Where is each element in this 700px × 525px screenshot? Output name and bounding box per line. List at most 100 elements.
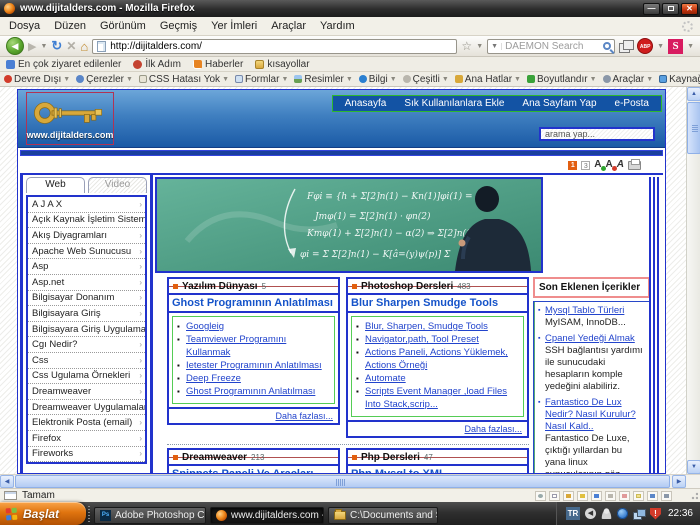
horizontal-scrollbar[interactable]: ◀ ▶ [0, 474, 700, 488]
box-title[interactable]: Snippets Paneli Ve Araçları [169, 464, 338, 473]
clock[interactable]: 22:36 [668, 508, 693, 519]
restore-button[interactable] [662, 3, 679, 15]
start-label[interactable]: Başlat [23, 507, 59, 521]
bookmark-ilk-adim[interactable]: İlk Adım [133, 59, 181, 70]
sidebar-item[interactable]: Asp› [28, 259, 145, 275]
devbar-misc[interactable]: Çeşitli▼ [403, 74, 449, 85]
sidebar-item[interactable]: Bilgisayara Giriş› [28, 306, 145, 322]
more-link[interactable]: Daha fazlası... [275, 411, 333, 421]
nav-eposta[interactable]: e-Posta [615, 98, 649, 109]
article-link[interactable]: Actions Paneli, Actions Yüklemek, Action… [356, 346, 521, 372]
close-button[interactable]: ✕ [681, 3, 698, 15]
article-link[interactable]: Navigator,path, Tool Preset [356, 333, 521, 346]
pencil-icon[interactable] [563, 491, 574, 501]
back-button[interactable]: ◀ [6, 37, 24, 55]
save-icon[interactable] [591, 491, 602, 501]
article-link[interactable]: Teamviewer Programını Kullanmak [177, 333, 332, 359]
sidebar-item[interactable]: Asp.net› [28, 275, 145, 291]
task-explorer[interactable]: C:\Documents and Se... [328, 507, 438, 524]
bookmark-dropdown[interactable]: ▼ [476, 43, 483, 50]
column-three-icon[interactable]: 3 [581, 161, 590, 170]
scroll-right-button[interactable]: ▶ [672, 475, 686, 488]
menu-gorunum[interactable]: Görünüm [93, 18, 153, 34]
bookmark-kisayollar[interactable]: kısayollar [255, 59, 309, 70]
messenger-icon[interactable] [601, 508, 612, 519]
bookmark-haberler[interactable]: Haberler [193, 59, 243, 70]
sidebar-item[interactable]: Bilgisayar Donanım› [28, 291, 145, 307]
sidebar-item[interactable]: Apache Web Sunucusu› [28, 244, 145, 260]
article-link[interactable]: Ghost Programının Anlatılması [177, 385, 332, 398]
network-globe-icon[interactable] [617, 508, 628, 519]
url-text[interactable]: http://dijitalders.com/ [110, 41, 202, 52]
sidebar-item[interactable]: A J A X› [28, 197, 145, 213]
column-one-icon[interactable]: 1 [568, 161, 577, 170]
box-category[interactable]: Php Dersleri [361, 452, 420, 463]
reload-button[interactable]: ↻ [51, 38, 62, 54]
sidebar-item[interactable]: Cgı Nedir?› [28, 337, 145, 353]
menu-araclar[interactable]: Araçlar [264, 18, 313, 34]
resize-grip[interactable] [689, 492, 698, 501]
devbar-forms[interactable]: Formlar▼ [235, 74, 288, 85]
article-link[interactable]: Deep Freeze [177, 372, 332, 385]
search-bar[interactable]: ▼ DAEMON Search [487, 39, 615, 54]
article-link[interactable]: Blur, Sharpen, Smudge Tools [356, 320, 521, 333]
devbar-css[interactable]: CSS Hatası Yok▼ [139, 74, 229, 85]
sidebar-item[interactable]: Açık Kaynak İşletim Sistemleri› [28, 213, 145, 229]
nav-ana-sayfam-yap[interactable]: Ana Sayfam Yap [522, 98, 596, 109]
sidebar-item[interactable]: Firefox› [28, 431, 145, 447]
menu-duzen[interactable]: Düzen [47, 18, 93, 34]
back-history-dropdown[interactable]: ▼ [40, 43, 47, 50]
document-icon[interactable] [549, 491, 560, 501]
box-category[interactable]: Yazılım Dünyası [182, 281, 258, 292]
search-icon[interactable] [603, 42, 611, 50]
chart-icon[interactable] [647, 491, 658, 501]
recent-link[interactable]: Cpanel Yedeği Almak [538, 333, 645, 345]
devbar-disable[interactable]: Devre Dışı▼ [4, 74, 70, 85]
sidebar-item[interactable]: Elektronik Posta (email)› [28, 415, 145, 431]
language-indicator[interactable]: TR [566, 507, 580, 520]
recent-link[interactable]: Fantastico De Lux Nedir? Nasıl Kurulur? … [538, 397, 645, 433]
task-firefox[interactable]: www.dijitalders.com -... [210, 507, 324, 524]
bookmark-label[interactable]: İlk Adım [145, 59, 181, 70]
tab-web[interactable]: Web [26, 177, 85, 193]
site-search-input[interactable]: arama yap... [539, 127, 655, 141]
sidebar-item[interactable]: Fireworks› [28, 447, 145, 463]
font-decrease-icon[interactable]: A [606, 159, 613, 171]
box-title[interactable]: Ghost Programının Anlatılması [169, 293, 338, 313]
bookmark-label[interactable]: Haberler [205, 59, 243, 70]
scroll-left-button[interactable]: ◀ [0, 475, 14, 488]
printer-icon[interactable] [605, 491, 616, 501]
tab-video[interactable]: Video [88, 177, 147, 193]
devbar-images[interactable]: Resimler▼ [294, 74, 352, 85]
menu-yerimleri[interactable]: Yer İmleri [204, 18, 264, 34]
nav-anasayfa[interactable]: Anasayfa [345, 98, 387, 109]
devbar-tools[interactable]: Araçlar▼ [603, 74, 654, 85]
task-photoshop[interactable]: Ps Adobe Photoshop CS... [94, 507, 206, 524]
minimize-button[interactable]: — [643, 3, 660, 15]
font-default-icon[interactable]: A [617, 159, 624, 171]
search-placeholder[interactable]: DAEMON Search [505, 41, 600, 52]
more-link[interactable]: Daha fazlası... [464, 424, 522, 434]
search-engine-dropdown[interactable]: ▼ [491, 43, 502, 50]
recent-link[interactable]: Mysql Tablo Türleri [538, 305, 645, 317]
sidebar-item[interactable]: Dreamweaver Uygulamaları› [28, 400, 145, 416]
bookmark-most-visited[interactable]: En çok ziyaret edilenler [6, 59, 121, 70]
stylish-dropdown[interactable]: ▼ [687, 43, 694, 50]
stylish-icon[interactable]: S [668, 39, 683, 54]
devbar-cookies[interactable]: Çerezler▼ [76, 74, 133, 85]
url-bar[interactable]: http://dijitalders.com/ [92, 39, 457, 54]
scroll-up-button[interactable]: ▲ [687, 87, 700, 101]
network-connection-icon[interactable] [633, 509, 645, 519]
stop-button[interactable]: ✕ [66, 39, 76, 53]
article-link[interactable]: Ietester Programının Anlatılması [177, 359, 332, 372]
bookmark-label[interactable]: En çok ziyaret edilenler [18, 59, 121, 70]
pages-icon[interactable] [619, 40, 633, 52]
sidebar-item[interactable]: Akış Diyagramları› [28, 228, 145, 244]
article-link[interactable]: Scripts Event Manager ,load Files Into S… [356, 385, 521, 411]
home-button[interactable]: ⌂ [80, 39, 88, 54]
gear-icon[interactable] [535, 491, 546, 501]
adblock-dropdown[interactable]: ▼ [657, 43, 664, 50]
box-category[interactable]: Photoshop Dersleri [361, 281, 453, 292]
article-link[interactable]: Automate [356, 372, 521, 385]
tray-chevron-icon[interactable]: ◀ [585, 508, 596, 519]
